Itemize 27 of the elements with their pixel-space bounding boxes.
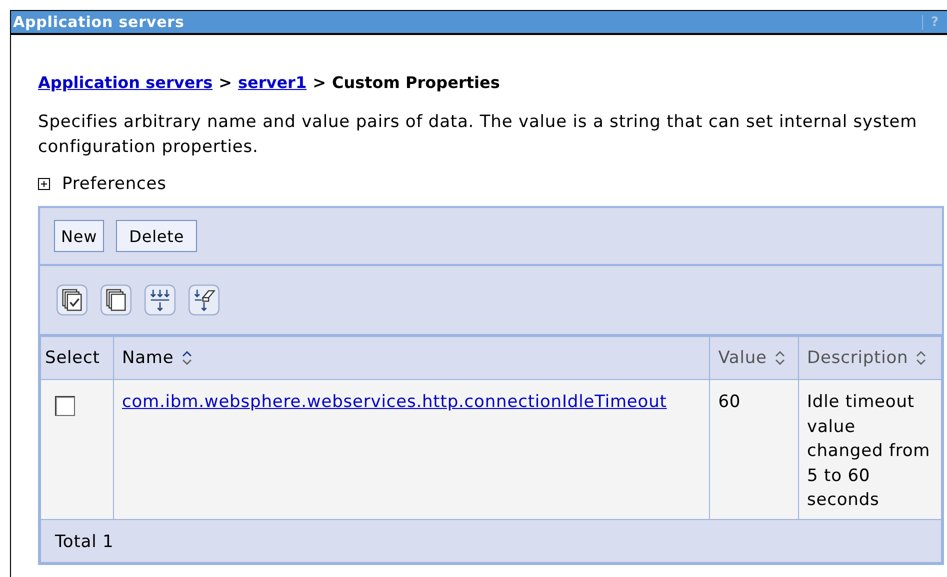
breadcrumb-link[interactable]: Application servers: [38, 73, 213, 92]
row-checkbox[interactable]: [55, 396, 75, 416]
expand-icon[interactable]: [38, 178, 50, 190]
sort-icon[interactable]: [182, 350, 192, 366]
breadcrumb-separator: >: [312, 73, 326, 92]
breadcrumb-current: Custom Properties: [332, 73, 500, 92]
table-cell: 60: [718, 392, 741, 412]
total-count: Total 1: [55, 532, 114, 552]
column-header[interactable]: Name: [114, 336, 710, 380]
breadcrumb-link[interactable]: server1: [238, 73, 307, 92]
action-button[interactable]: New: [54, 220, 104, 252]
action-button[interactable]: Delete: [116, 220, 198, 252]
select-all-icon[interactable]: [56, 284, 88, 316]
column-header[interactable]: Description: [798, 336, 942, 380]
breadcrumb-separator: >: [218, 73, 232, 92]
clear-filter-icon[interactable]: [188, 284, 220, 316]
table-cell: Idle timeout value changed from 5 to 60 seconds: [807, 392, 930, 510]
deselect-all-icon[interactable]: [100, 284, 132, 316]
column-header[interactable]: Value: [710, 336, 798, 380]
preferences-label[interactable]: Preferences: [62, 174, 166, 194]
sort-icon[interactable]: [774, 350, 785, 366]
description-text: Specifies arbitrary name and value pairs of data. The value is a string that can set internal system configuration properties.: [38, 111, 918, 159]
column-header: Select: [40, 336, 114, 380]
sort-icon[interactable]: [916, 350, 926, 366]
window-title: Application servers: [12, 13, 184, 31]
property-link[interactable]: com.ibm.websphere.webservices.http.connectionIdleTimeout: [122, 392, 667, 412]
filter-icon[interactable]: [144, 284, 176, 316]
